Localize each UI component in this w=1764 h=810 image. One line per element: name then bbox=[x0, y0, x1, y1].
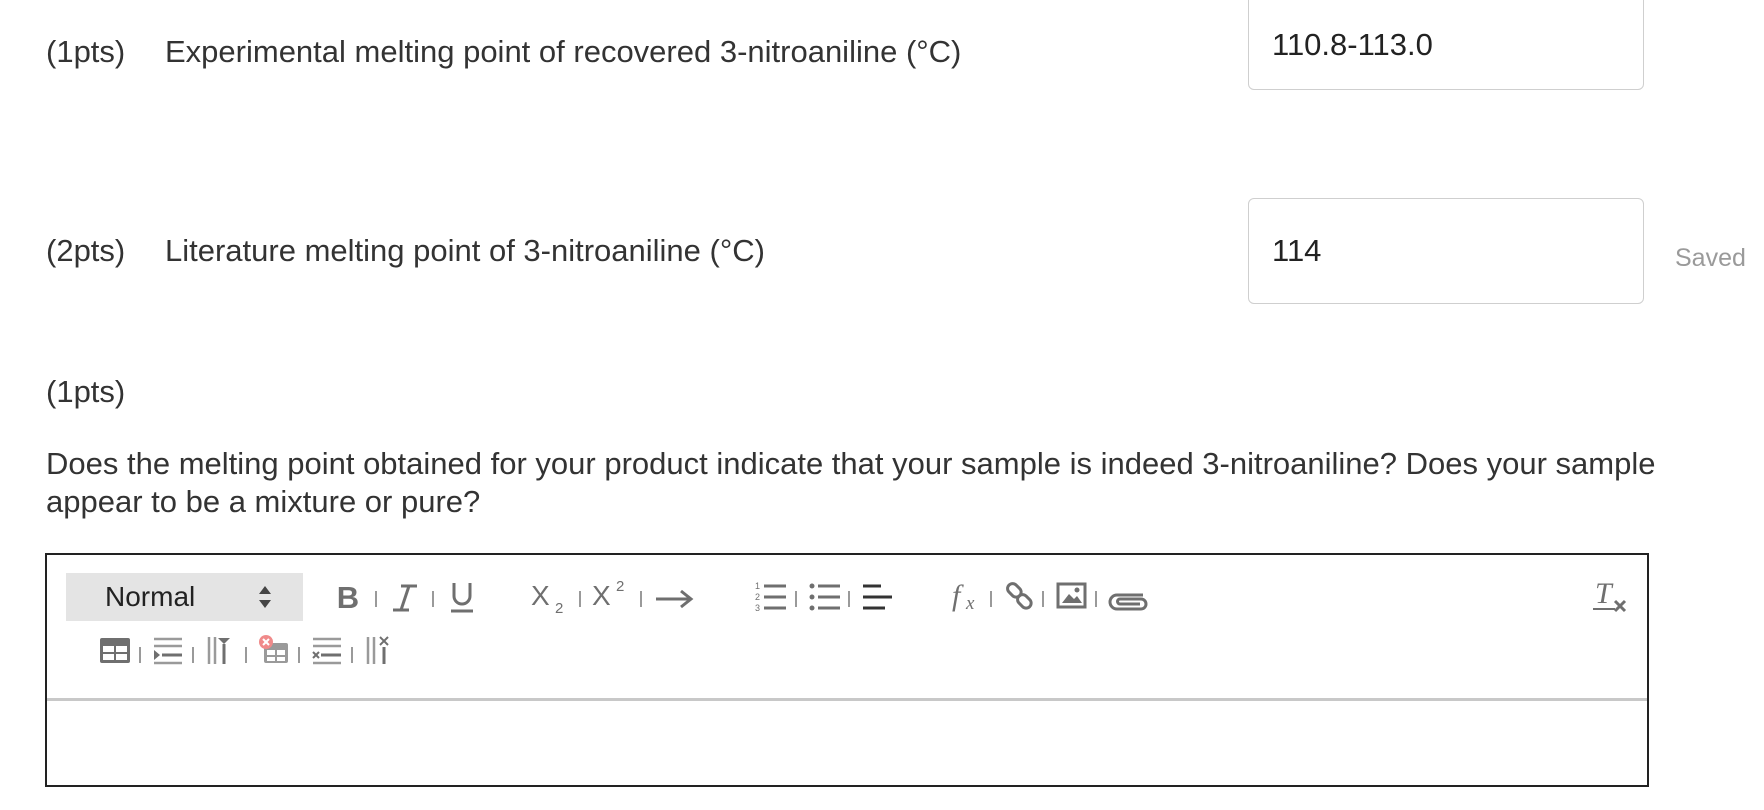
question-1-label: Experimental melting point of recovered … bbox=[165, 34, 962, 69]
question-3-points: (1pts) bbox=[46, 374, 126, 409]
superscript-icon[interactable]: X2 bbox=[592, 575, 634, 611]
svg-text:T: T bbox=[1595, 577, 1614, 610]
bullet-list-icon[interactable] bbox=[809, 579, 841, 613]
insert-row-icon[interactable] bbox=[152, 635, 184, 665]
toolbar-separator bbox=[375, 591, 377, 607]
arrow-icon[interactable] bbox=[654, 583, 696, 611]
toolbar-separator bbox=[640, 591, 642, 607]
svg-text:x: x bbox=[965, 593, 975, 614]
toolbar-separator bbox=[139, 647, 141, 663]
toolbar-separator bbox=[1042, 591, 1044, 607]
formula-icon[interactable]: fx bbox=[952, 575, 984, 615]
image-icon[interactable] bbox=[1056, 581, 1088, 611]
question-2-label: Literature melting point of 3-nitroanili… bbox=[165, 233, 765, 268]
underline-icon[interactable] bbox=[447, 579, 477, 615]
toolbar-separator bbox=[795, 591, 797, 607]
svg-text:3: 3 bbox=[755, 603, 760, 613]
question-2-answer-input[interactable] bbox=[1248, 198, 1644, 304]
svg-text:2: 2 bbox=[755, 592, 760, 602]
question-1: (1pts) Experimental melting point of rec… bbox=[46, 34, 961, 70]
toolbar-separator bbox=[192, 647, 194, 663]
toolbar-separator bbox=[579, 591, 581, 607]
delete-column-icon[interactable] bbox=[364, 635, 396, 665]
delete-row-icon[interactable] bbox=[311, 635, 343, 665]
toolbar-separator bbox=[298, 647, 300, 663]
link-icon[interactable] bbox=[1004, 579, 1036, 613]
toolbar-separator bbox=[351, 647, 353, 663]
question-2: (2pts) Literature melting point of 3-nit… bbox=[46, 233, 765, 269]
question-1-points: (1pts) bbox=[46, 34, 126, 69]
italic-icon[interactable] bbox=[390, 581, 420, 615]
select-arrows-icon bbox=[259, 586, 271, 608]
svg-text:1: 1 bbox=[755, 581, 760, 591]
toolbar-separator bbox=[848, 591, 850, 607]
toolbar-separator bbox=[245, 647, 247, 663]
toolbar-separator bbox=[990, 591, 992, 607]
question-3-text: Does the melting point obtained for your… bbox=[46, 446, 1656, 519]
rich-text-editor: Normal B X2 X2 123 f x T bbox=[45, 553, 1649, 787]
toolbar-separator bbox=[432, 591, 434, 607]
editor-content-area[interactable] bbox=[47, 701, 1647, 785]
svg-text:f: f bbox=[952, 579, 964, 612]
format-select[interactable]: Normal bbox=[66, 573, 303, 621]
clear-format-icon[interactable]: T bbox=[1593, 575, 1629, 615]
svg-text:X: X bbox=[531, 580, 550, 611]
saved-status: Saved bbox=[1675, 244, 1746, 272]
bold-icon[interactable]: B bbox=[333, 580, 363, 615]
svg-text:X: X bbox=[592, 580, 611, 611]
table-icon[interactable] bbox=[99, 635, 131, 665]
attachment-icon[interactable] bbox=[1107, 585, 1149, 615]
toolbar-separator bbox=[1095, 591, 1097, 607]
ordered-list-icon[interactable]: 123 bbox=[755, 579, 787, 613]
svg-text:2: 2 bbox=[616, 578, 624, 595]
editor-toolbar: Normal B X2 X2 123 f x T bbox=[47, 555, 1647, 700]
svg-text:2: 2 bbox=[555, 600, 563, 615]
align-icon[interactable] bbox=[861, 579, 893, 613]
insert-column-icon[interactable] bbox=[205, 635, 237, 665]
format-select-label: Normal bbox=[105, 581, 196, 612]
delete-table-icon[interactable] bbox=[258, 633, 290, 665]
subscript-icon[interactable]: X2 bbox=[531, 579, 573, 615]
question-1-answer-input[interactable] bbox=[1248, 0, 1644, 90]
question-2-points: (2pts) bbox=[46, 233, 126, 268]
